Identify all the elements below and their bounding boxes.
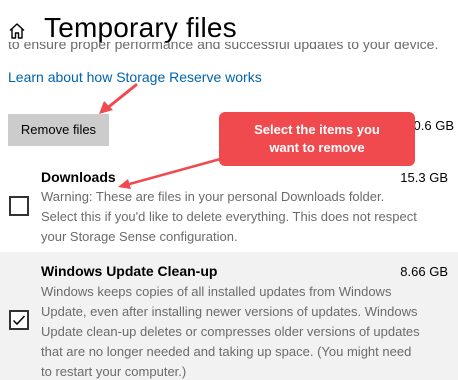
- description-line: your Storage Sense configuration.: [41, 229, 238, 244]
- callout-line: want to remove: [269, 140, 365, 155]
- windows-update-size: 8.66 GB: [400, 264, 448, 279]
- downloads-checkbox[interactable]: [9, 196, 29, 216]
- windows-update-title: Windows Update Clean-up: [41, 263, 218, 279]
- arrow-to-remove-button: [99, 83, 138, 114]
- downloads-description: Warning: These are files in your persona…: [41, 187, 453, 247]
- windows-update-checkbox[interactable]: [9, 310, 29, 330]
- description-line: Select this if you'd like to delete ever…: [41, 209, 417, 224]
- list-item-downloads: Downloads 15.3 GB Warning: These are fil…: [0, 160, 458, 252]
- description-line: Warning: These are files in your persona…: [41, 189, 385, 204]
- page-title: Temporary files: [44, 12, 237, 43]
- description-line: to restart your computer.): [41, 364, 187, 379]
- storage-reserve-link[interactable]: Learn about how Storage Reserve works: [8, 69, 262, 85]
- remove-files-button[interactable]: Remove files: [8, 114, 109, 146]
- checkmark-icon: [12, 315, 26, 326]
- description-line: Update clean-up deletes or compresses ol…: [41, 324, 420, 339]
- description-line: Windows keeps copies of all installed up…: [41, 284, 392, 299]
- total-selected-size: 0.6 GB: [413, 118, 454, 133]
- temporary-files-page: Temporary files to ensure proper perform…: [0, 0, 458, 380]
- downloads-size: 15.3 GB: [400, 170, 448, 185]
- description-line: Update, even after installing newer vers…: [41, 304, 418, 319]
- annotation-callout: Select the items you want to remove: [219, 112, 415, 166]
- callout-line: Select the items you: [254, 122, 380, 137]
- intro-text: to ensure proper performance and success…: [8, 42, 439, 52]
- description-line: that are no longer needed and taking up …: [41, 344, 412, 359]
- intro-text-clipped: to ensure proper performance and success…: [8, 42, 458, 52]
- windows-update-description: Windows keeps copies of all installed up…: [41, 282, 453, 380]
- downloads-title: Downloads: [41, 169, 116, 185]
- home-icon[interactable]: [8, 22, 26, 40]
- list-item-windows-update-cleanup: Windows Update Clean-up 8.66 GB Windows …: [0, 252, 458, 380]
